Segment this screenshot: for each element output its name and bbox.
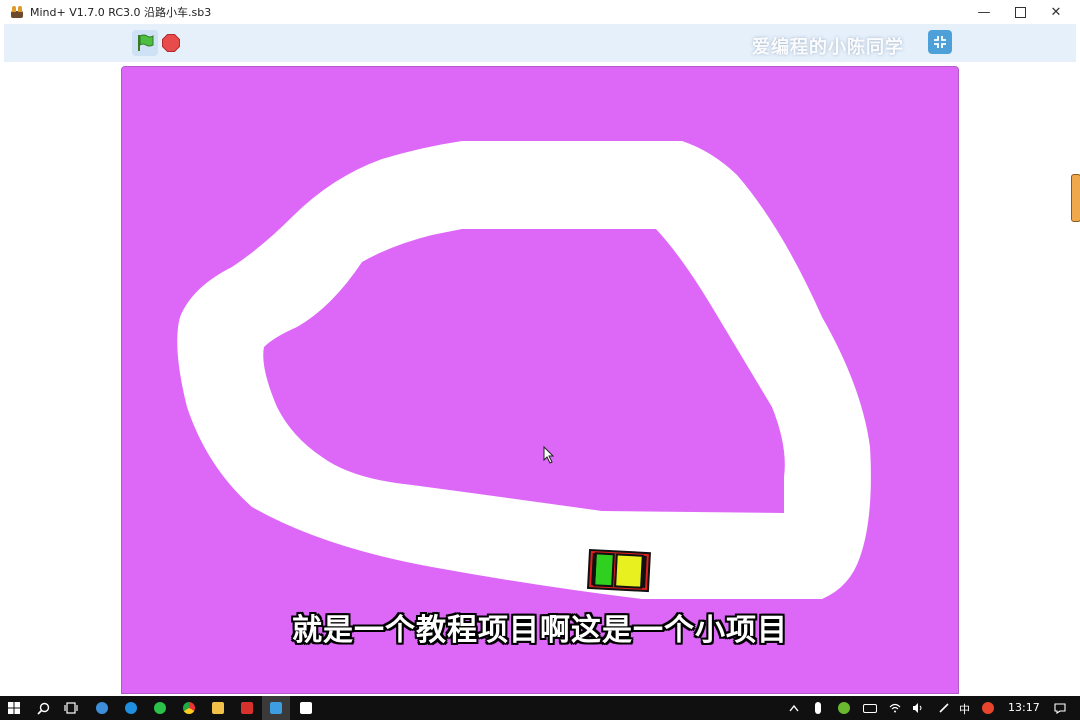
windows-start-icon[interactable] (0, 696, 28, 720)
close-button[interactable]: ✕ (1038, 0, 1074, 24)
watermark-text: 爱编程的小陈同学 (752, 37, 904, 58)
sogou-icon[interactable] (974, 696, 1002, 720)
mouse-cursor (543, 445, 555, 464)
wechat-icon[interactable] (146, 696, 174, 720)
capcut-icon[interactable] (292, 696, 320, 720)
green-flag-icon (138, 34, 154, 51)
wps-icon[interactable] (233, 696, 261, 720)
mindplus-app-icon (10, 6, 24, 18)
browser-icon[interactable] (88, 696, 116, 720)
task-view-icon[interactable] (57, 696, 85, 720)
stop-button[interactable] (161, 33, 181, 53)
window-title: Mind+ V1.7.0 RC3.0 沿路小车.sb3 (30, 6, 212, 19)
mindplus-icon[interactable] (262, 696, 290, 720)
stage-toolbar: 爱编程的小陈同学 (4, 24, 1076, 62)
pen-icon[interactable] (930, 696, 958, 720)
stage-drawing (177, 141, 871, 599)
edge-icon[interactable] (117, 696, 145, 720)
tray-app-icon[interactable] (830, 696, 858, 720)
exit-fullscreen-button[interactable] (928, 30, 952, 54)
maximize-button[interactable] (1002, 0, 1038, 24)
ime-indicator[interactable]: 中 (959, 701, 970, 717)
volume-icon[interactable] (904, 696, 932, 720)
battery-icon[interactable] (856, 696, 884, 720)
stop-icon (162, 34, 180, 52)
search-icon[interactable] (29, 696, 57, 720)
title-bar: Mind+ V1.7.0 RC3.0 沿路小车.sb3 — ✕ (0, 0, 1080, 24)
green-flag-button[interactable] (132, 30, 158, 56)
car-sprite (586, 548, 651, 593)
clock[interactable]: 13:17 (1008, 701, 1040, 714)
minimize-button[interactable]: — (966, 0, 1002, 24)
file-explorer-icon[interactable] (204, 696, 232, 720)
maximize-icon (1014, 6, 1026, 18)
notification-icon[interactable] (1046, 696, 1074, 720)
windows-taskbar: 中 13:17 (0, 696, 1080, 720)
microphone-icon[interactable] (804, 696, 832, 720)
stage-canvas[interactable]: 就是一个教程项目啊这是一个小项目 (121, 66, 959, 694)
scroll-handle[interactable] (1071, 174, 1080, 222)
video-subtitle: 就是一个教程项目啊这是一个小项目 (292, 613, 788, 648)
exit-fullscreen-icon (934, 36, 946, 48)
track-path (177, 141, 871, 599)
chrome-icon[interactable] (175, 696, 203, 720)
